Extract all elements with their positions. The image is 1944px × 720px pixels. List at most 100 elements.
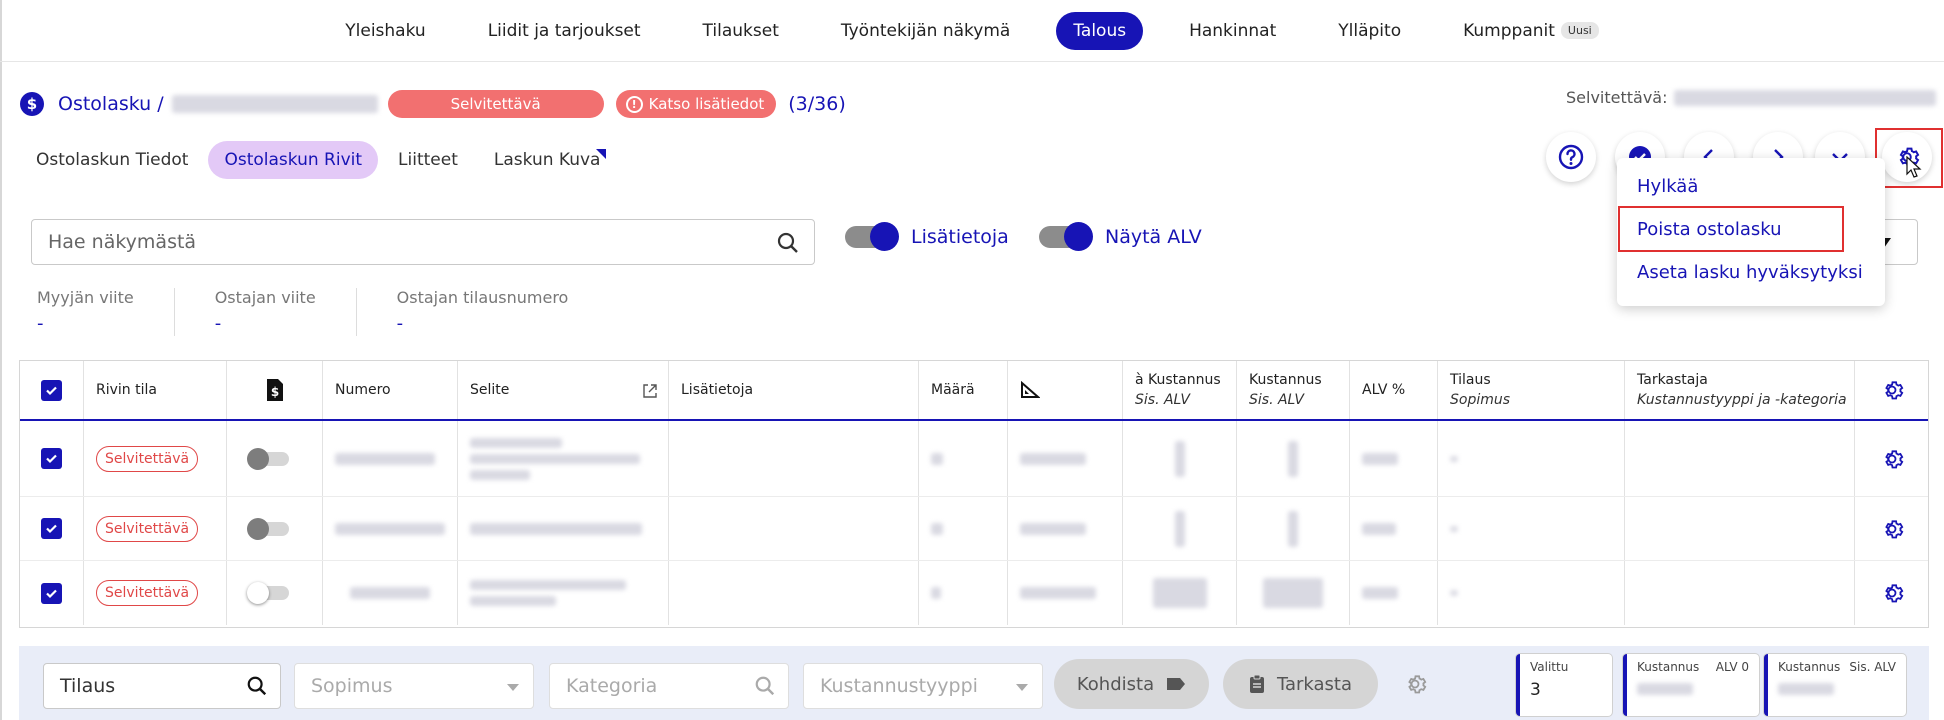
redacted-value xyxy=(470,453,640,464)
info-button[interactable]: ! Katso lisätiedot xyxy=(615,90,777,118)
nayta-alv-switch[interactable] xyxy=(1039,222,1093,251)
header-label: à Kustannus xyxy=(1135,372,1221,388)
menu-item-hylkaa[interactable]: Hylkää xyxy=(1637,176,1698,197)
row-checkbox[interactable] xyxy=(41,448,62,469)
header-selite[interactable]: Selite xyxy=(458,361,669,419)
header-tarkastaja[interactable]: Tarkastaja Kustannustyyppi ja -kategoria xyxy=(1625,361,1855,419)
redacted-value xyxy=(470,522,642,535)
header-unit-icon xyxy=(1008,361,1123,419)
row-status-badge[interactable]: Selvitettävä xyxy=(96,515,199,542)
page-title-row: $ Ostolasku / Selvitettävä ! Katso lisät… xyxy=(20,88,846,120)
redacted-value xyxy=(1778,683,1834,695)
header-alv[interactable]: ALV % xyxy=(1350,361,1438,419)
a-kustannus-cell xyxy=(1123,497,1237,560)
gear-icon[interactable] xyxy=(1880,517,1904,541)
row-toggle[interactable] xyxy=(247,517,289,540)
unit-cell xyxy=(1008,421,1123,496)
nav-item-liidit[interactable]: Liidit ja tarjoukset xyxy=(472,13,657,49)
tarkasta-button[interactable]: Tarkasta xyxy=(1223,659,1378,709)
alv-cell xyxy=(1350,421,1438,496)
nav-item-tyontekijan-nakyma[interactable]: Työntekijän näkymä xyxy=(825,13,1026,49)
tab-ostolaskun-tiedot[interactable]: Ostolaskun Tiedot xyxy=(20,141,204,179)
nav-item-kumppanit-label: Kumppanit xyxy=(1463,20,1555,41)
header-tilaus[interactable]: Tilaus Sopimus xyxy=(1438,361,1625,419)
row-toggle[interactable] xyxy=(247,447,289,470)
header-maara[interactable]: Määrä xyxy=(919,361,1008,419)
search-field[interactable] xyxy=(31,219,815,265)
window-border xyxy=(0,0,2,720)
redacted-value xyxy=(931,587,941,599)
table-row[interactable]: Selvitettävä xyxy=(20,497,1928,561)
field-label: Ostajan viite xyxy=(214,288,316,307)
header-label: Määrä xyxy=(931,382,975,398)
header-label: Tarkastaja xyxy=(1637,372,1708,388)
header-rivin-tila[interactable]: Rivin tila xyxy=(84,361,227,419)
alv0-label: ALV 0 xyxy=(1715,660,1749,674)
field-value[interactable]: - xyxy=(37,313,134,334)
row-status-badge[interactable]: Selvitettävä xyxy=(96,445,199,472)
gear-icon[interactable] xyxy=(1880,581,1904,605)
tab-laskun-kuva[interactable]: Laskun Kuva xyxy=(478,141,617,179)
sopimus-placeholder: Sopimus xyxy=(311,675,393,697)
nav-item-talous[interactable]: Talous xyxy=(1056,11,1144,50)
cost-alv0-label: Kustannus ALV 0 xyxy=(1637,660,1749,674)
lisatietoja-toggle[interactable]: Lisätietoja xyxy=(845,222,1009,251)
header-a-kustannus[interactable]: à Kustannus Sis. ALV xyxy=(1123,361,1237,419)
gear-icon[interactable] xyxy=(1403,672,1427,696)
alv-cell xyxy=(1350,561,1438,625)
menu-item-aseta-hyvaksytyksi[interactable]: Aseta lasku hyväksytyksi xyxy=(1637,262,1863,283)
nav-item-tilaukset[interactable]: Tilaukset xyxy=(687,13,795,49)
nav-item-hankinnat[interactable]: Hankinnat xyxy=(1173,13,1292,49)
dollar-icon: $ xyxy=(20,92,44,116)
header-lisatietoja[interactable]: Lisätietoja xyxy=(669,361,919,419)
header-sublabel: Kustannustyyppi ja -kategoria xyxy=(1637,392,1847,408)
tab-liitteet[interactable]: Liitteet xyxy=(382,141,474,179)
row-settings-cell xyxy=(1855,421,1928,496)
search-icon xyxy=(247,676,267,696)
table-header: Rivin tila $ Numero Selite Lisätietoja M… xyxy=(20,361,1928,421)
redacted-value xyxy=(470,596,556,606)
kustannustyyppi-select[interactable]: Kustannustyyppi xyxy=(803,663,1043,709)
field-label: Myyjän viite xyxy=(37,288,134,307)
table-row[interactable]: Selvitettävä xyxy=(20,421,1928,497)
header-numero[interactable]: Numero xyxy=(323,361,458,419)
redacted-value xyxy=(350,587,430,599)
field-value[interactable]: - xyxy=(397,313,569,334)
corner-marker-icon xyxy=(596,149,607,159)
header-sublabel: Sopimus xyxy=(1450,392,1511,408)
table-row[interactable]: Selvitettävä xyxy=(20,561,1928,625)
nav-item-yllapito[interactable]: Ylläpito xyxy=(1322,13,1417,49)
tab-ostolaskun-rivit[interactable]: Ostolaskun Rivit xyxy=(208,141,379,179)
header-kustannus[interactable]: Kustannus Sis. ALV xyxy=(1237,361,1350,419)
search-input[interactable] xyxy=(48,231,768,253)
row-status-badge[interactable]: Selvitettävä xyxy=(96,580,199,606)
tilaus-search-field[interactable]: Tilaus xyxy=(43,663,281,709)
select-all-checkbox[interactable] xyxy=(41,379,62,401)
row-settings-cell xyxy=(1855,497,1928,560)
breadcrumb[interactable]: Ostolasku / xyxy=(58,93,164,115)
help-button[interactable] xyxy=(1546,132,1596,182)
header-label: Lisätietoja xyxy=(681,382,754,398)
lisatietoja-switch[interactable] xyxy=(845,222,899,251)
external-link-icon[interactable] xyxy=(642,383,658,399)
status-badge[interactable]: Selvitettävä xyxy=(387,90,604,118)
gear-icon[interactable] xyxy=(1880,447,1904,471)
nayta-alv-toggle[interactable]: Näytä ALV xyxy=(1039,222,1202,251)
row-checkbox[interactable] xyxy=(41,582,62,604)
header-label: Selite xyxy=(470,382,510,398)
kohdista-button[interactable]: Kohdista xyxy=(1054,659,1209,709)
nav-item-yleishaku[interactable]: Yleishaku xyxy=(329,13,441,49)
sopimus-select[interactable]: Sopimus xyxy=(294,663,534,709)
field-value[interactable]: - xyxy=(215,313,316,334)
row-checkbox[interactable] xyxy=(41,518,62,539)
redacted-value xyxy=(931,522,943,535)
record-counter: (3/36) xyxy=(788,93,846,115)
kategoria-search-field[interactable]: Kategoria xyxy=(549,663,789,709)
row-select-cell xyxy=(20,421,84,496)
field-label: Ostajan tilausnumero xyxy=(396,288,569,307)
gear-icon[interactable] xyxy=(1880,378,1904,402)
row-status-cell: Selvitettävä xyxy=(84,561,227,625)
nav-item-kumppanit[interactable]: Kumppanit Uusi xyxy=(1447,13,1615,49)
status-timestamp: Selvitettävä: xyxy=(1566,88,1936,107)
row-toggle[interactable] xyxy=(247,582,289,604)
